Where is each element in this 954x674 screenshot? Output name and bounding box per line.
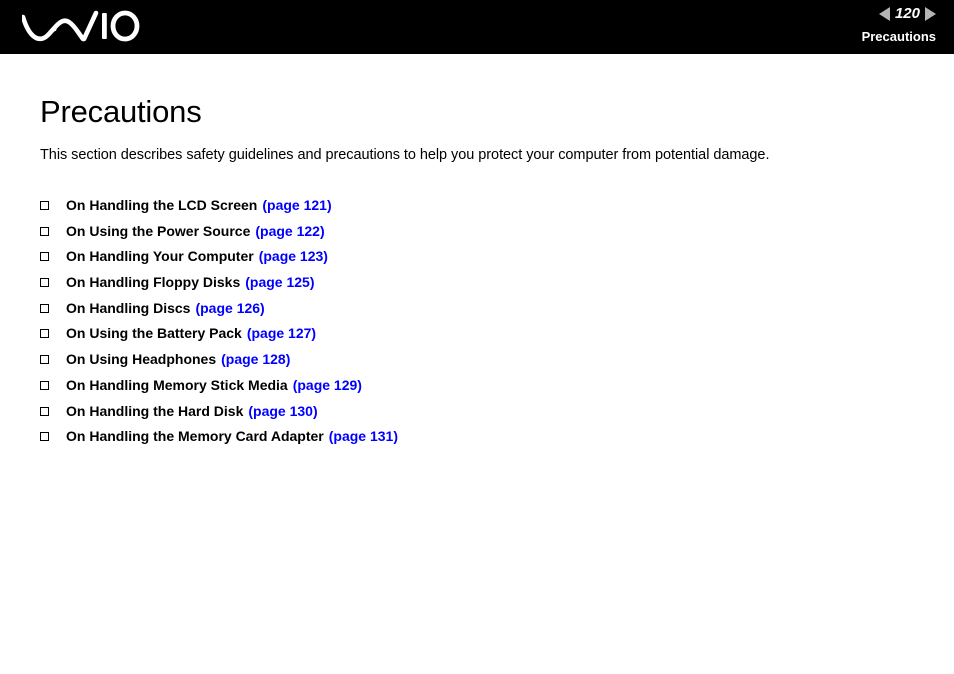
list-item-page-link[interactable]: (page 123) — [259, 248, 328, 264]
list-item-page-link[interactable]: (page 128) — [221, 351, 290, 367]
previous-page-arrow-icon[interactable] — [878, 6, 890, 21]
current-page-number: 120 — [894, 5, 920, 22]
header-section-title: Precautions — [861, 29, 936, 44]
list-item[interactable]: On Handling the LCD Screen (page 121) — [40, 197, 914, 223]
list-item-label: On Using Headphones — [66, 351, 217, 368]
precautions-link-list: On Handling the LCD Screen (page 121) On… — [40, 163, 914, 454]
list-item[interactable]: On Handling Memory Stick Media (page 129… — [40, 377, 914, 403]
square-bullet-icon — [40, 199, 66, 212]
intro-paragraph: This section describes safety guidelines… — [40, 147, 770, 163]
square-bullet-icon — [40, 276, 66, 289]
list-item-label: On Using the Battery Pack — [66, 325, 242, 342]
list-item[interactable]: On Handling Floppy Disks (page 125) — [40, 274, 914, 300]
list-item[interactable]: On Using the Power Source (page 122) — [40, 223, 914, 249]
square-bullet-icon — [40, 225, 66, 238]
list-item-label: On Handling the Hard Disk — [66, 402, 244, 419]
list-item-label: On Handling the Memory Card Adapter — [66, 428, 324, 445]
page-navigation: 120 — [862, 4, 936, 23]
page-content: Precautions This section describes safet… — [0, 54, 954, 454]
square-bullet-icon — [40, 302, 66, 315]
page-header: 120 Precautions — [0, 0, 954, 54]
list-item-page-link[interactable]: (page 127) — [247, 325, 316, 341]
square-bullet-icon — [40, 327, 66, 340]
list-item-page-link[interactable]: (page 130) — [248, 403, 317, 419]
list-item[interactable]: On Handling Your Computer (page 123) — [40, 248, 914, 274]
square-bullet-icon — [40, 405, 66, 418]
list-item[interactable]: On Using the Battery Pack (page 127) — [40, 325, 914, 351]
list-item[interactable]: On Handling the Hard Disk (page 130) — [40, 403, 914, 429]
square-bullet-icon — [40, 379, 66, 392]
vaio-logo — [22, 7, 140, 47]
list-item-label: On Using the Power Source — [66, 222, 251, 239]
list-item[interactable]: On Handling Discs (page 126) — [40, 300, 914, 326]
list-item[interactable]: On Handling the Memory Card Adapter (pag… — [40, 428, 914, 454]
list-item-page-link[interactable]: (page 121) — [262, 197, 331, 213]
list-item-page-link[interactable]: (page 126) — [195, 300, 264, 316]
list-item-label: On Handling Your Computer — [66, 248, 254, 265]
list-item-label: On Handling the LCD Screen — [66, 197, 258, 213]
list-item-page-link[interactable]: (page 125) — [245, 274, 314, 290]
list-item-page-link[interactable]: (page 129) — [293, 377, 362, 393]
list-item[interactable]: On Using Headphones (page 128) — [40, 351, 914, 377]
list-item-label: On Handling Floppy Disks — [66, 274, 241, 291]
next-page-arrow-icon[interactable] — [925, 6, 936, 21]
square-bullet-icon — [40, 430, 66, 443]
list-item-label: On Handling Discs — [66, 299, 191, 316]
square-bullet-icon — [40, 250, 66, 263]
header-navigation: 120 Precautions — [862, 4, 936, 43]
list-item-label: On Handling Memory Stick Media — [66, 376, 288, 393]
page-title: Precautions — [40, 94, 202, 129]
square-bullet-icon — [40, 353, 66, 366]
list-item-page-link[interactable]: (page 131) — [329, 428, 398, 444]
list-item-page-link[interactable]: (page 122) — [255, 223, 324, 239]
